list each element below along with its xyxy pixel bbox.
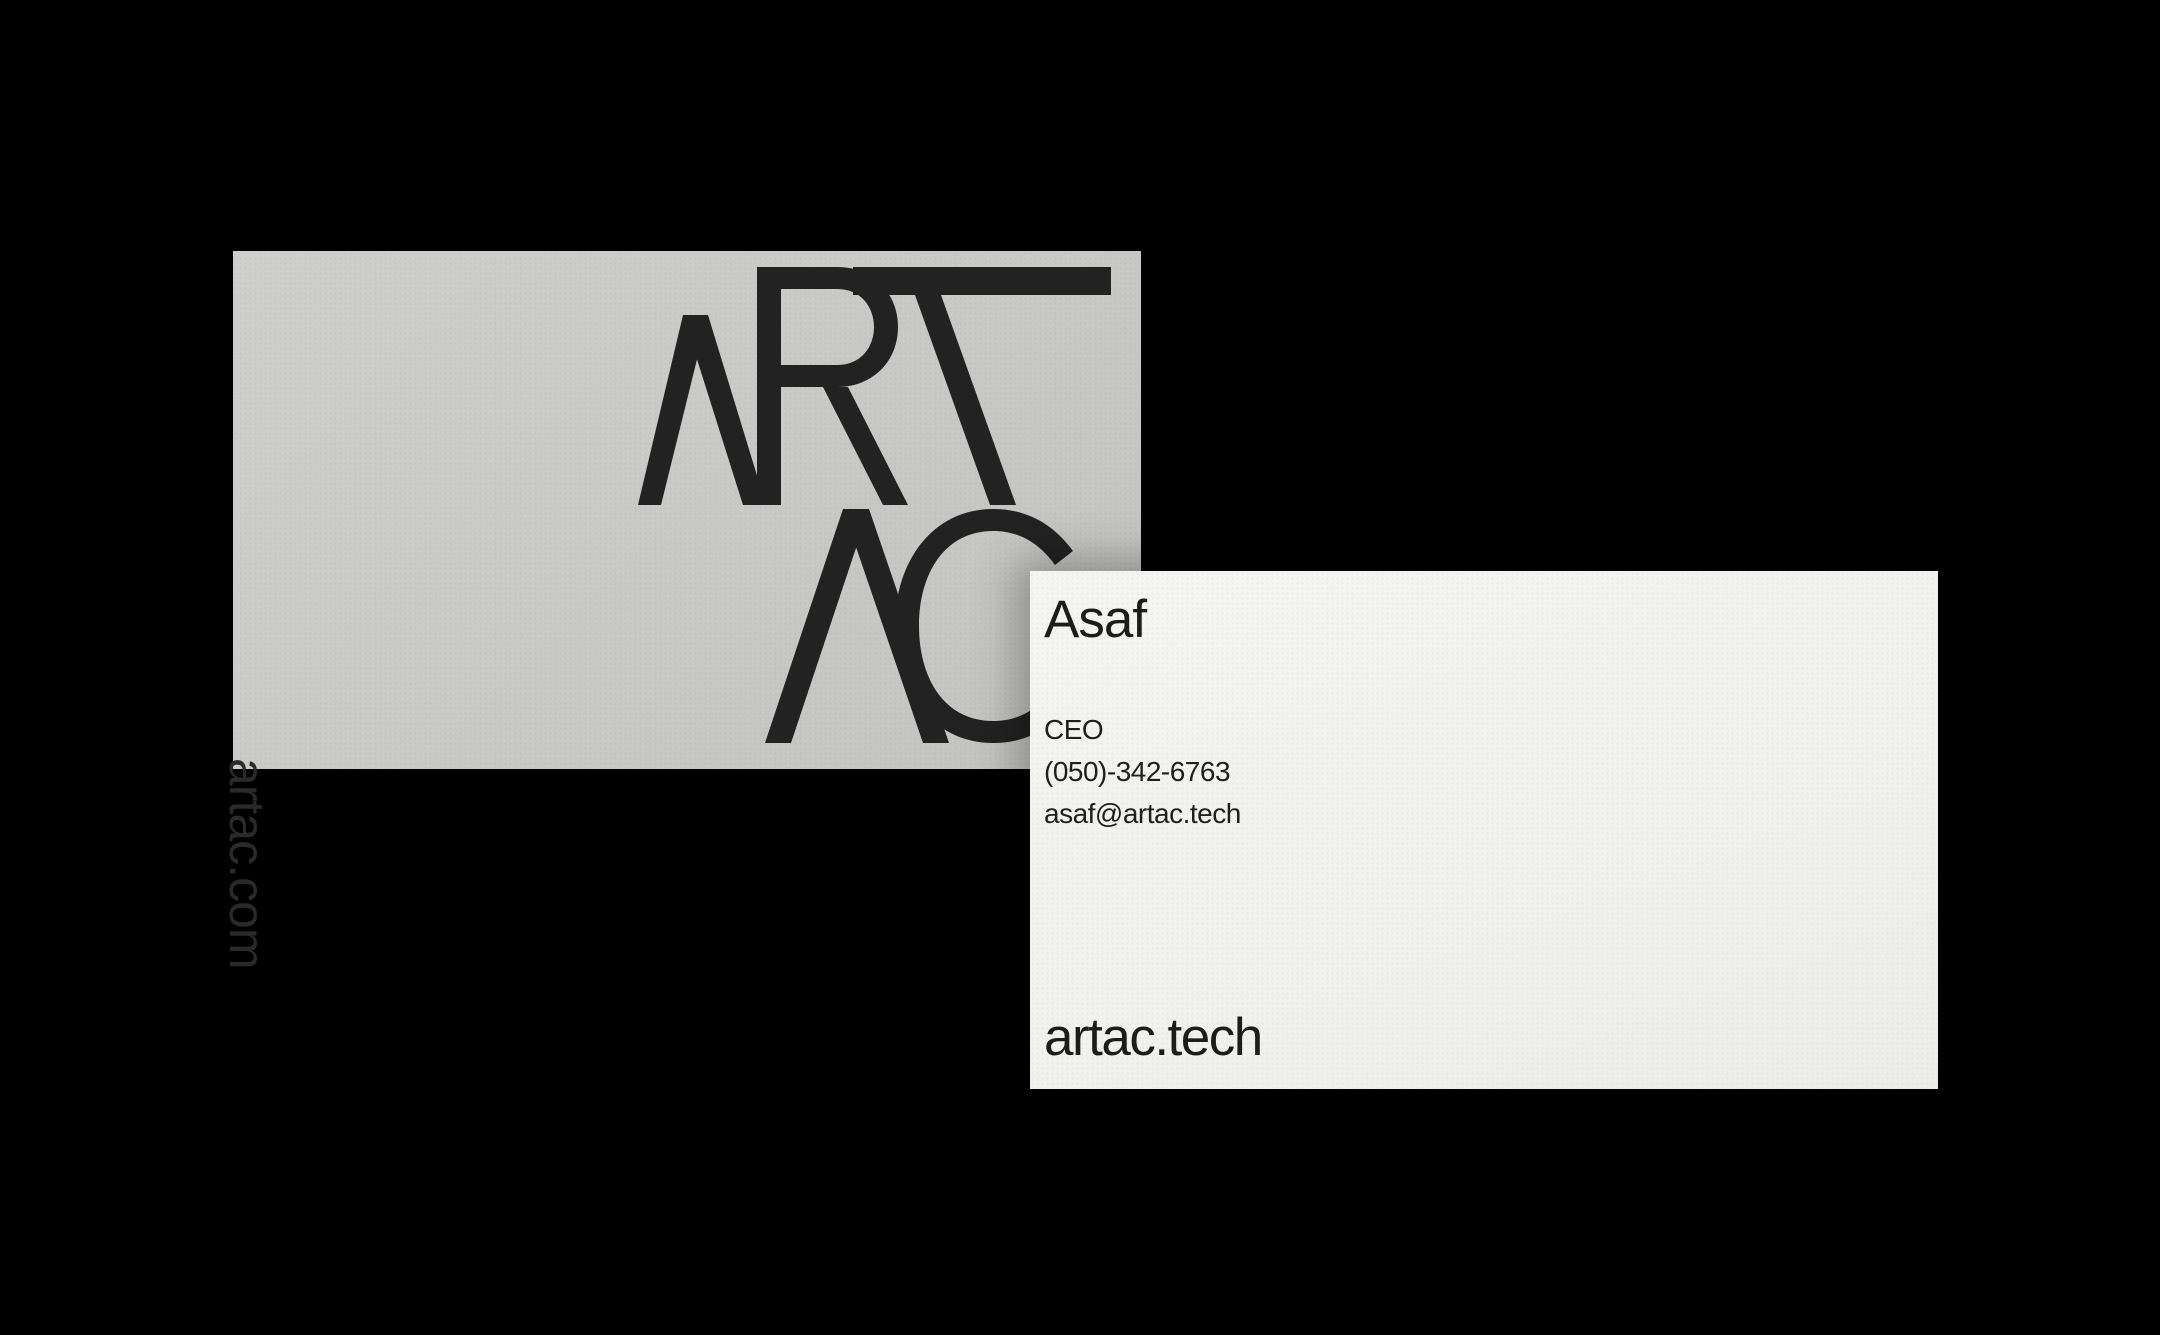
card-holder-phone: (050)-342-6763 [1044,756,1231,787]
card-holder-email: asaf@artac.tech [1044,798,1241,829]
back-card-website: artac.com [219,758,275,969]
card-holder-name: Asaf [1044,590,1147,649]
artac-logo [638,267,1111,743]
business-card-back [233,251,1141,769]
business-card-front: Asaf CEO (050)-342-6763 asaf@artac.tech … [1030,571,1938,1089]
front-card-website: artac.tech [1044,1008,1263,1067]
card-holder-role: CEO [1044,714,1104,745]
